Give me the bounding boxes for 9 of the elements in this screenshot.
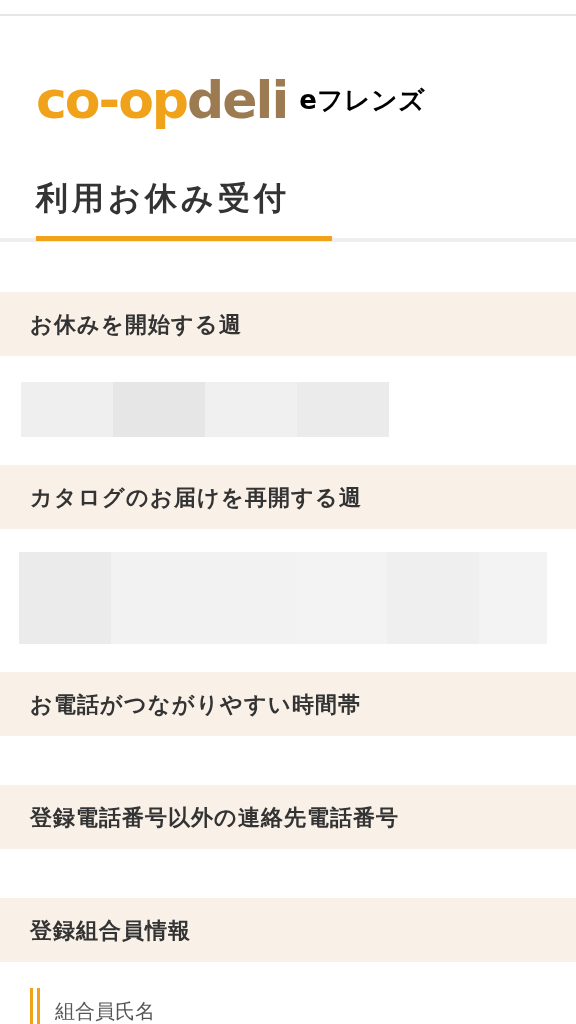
- section-heading: カタログのお届けを再開する週: [30, 483, 362, 512]
- service-name: eフレンズ: [299, 84, 425, 117]
- double-bar-icon: [30, 988, 40, 1024]
- page-title: 利用お休み受付: [36, 179, 290, 217]
- section-heading: 登録組合員情報: [30, 916, 191, 945]
- field-label: 組合員氏名: [55, 998, 155, 1024]
- section-heading: 登録電話番号以外の連絡先電話番号: [30, 803, 399, 832]
- section-heading: お電話がつながりやすい時間帯: [30, 690, 361, 719]
- section-heading: お休みを開始する週: [30, 310, 242, 339]
